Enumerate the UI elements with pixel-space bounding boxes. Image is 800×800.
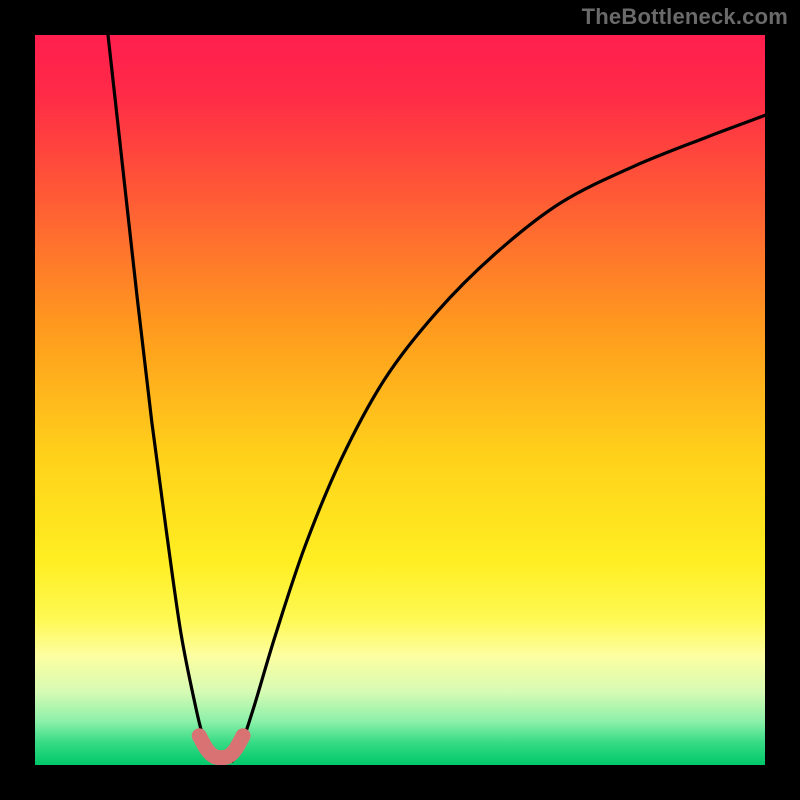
bottom-marker (199, 736, 243, 758)
curve-layer (35, 35, 765, 765)
right-curve (232, 115, 765, 761)
chart-frame: TheBottleneck.com (0, 0, 800, 800)
attribution-text: TheBottleneck.com (582, 4, 788, 30)
left-curve (108, 35, 225, 761)
plot-area (35, 35, 765, 765)
